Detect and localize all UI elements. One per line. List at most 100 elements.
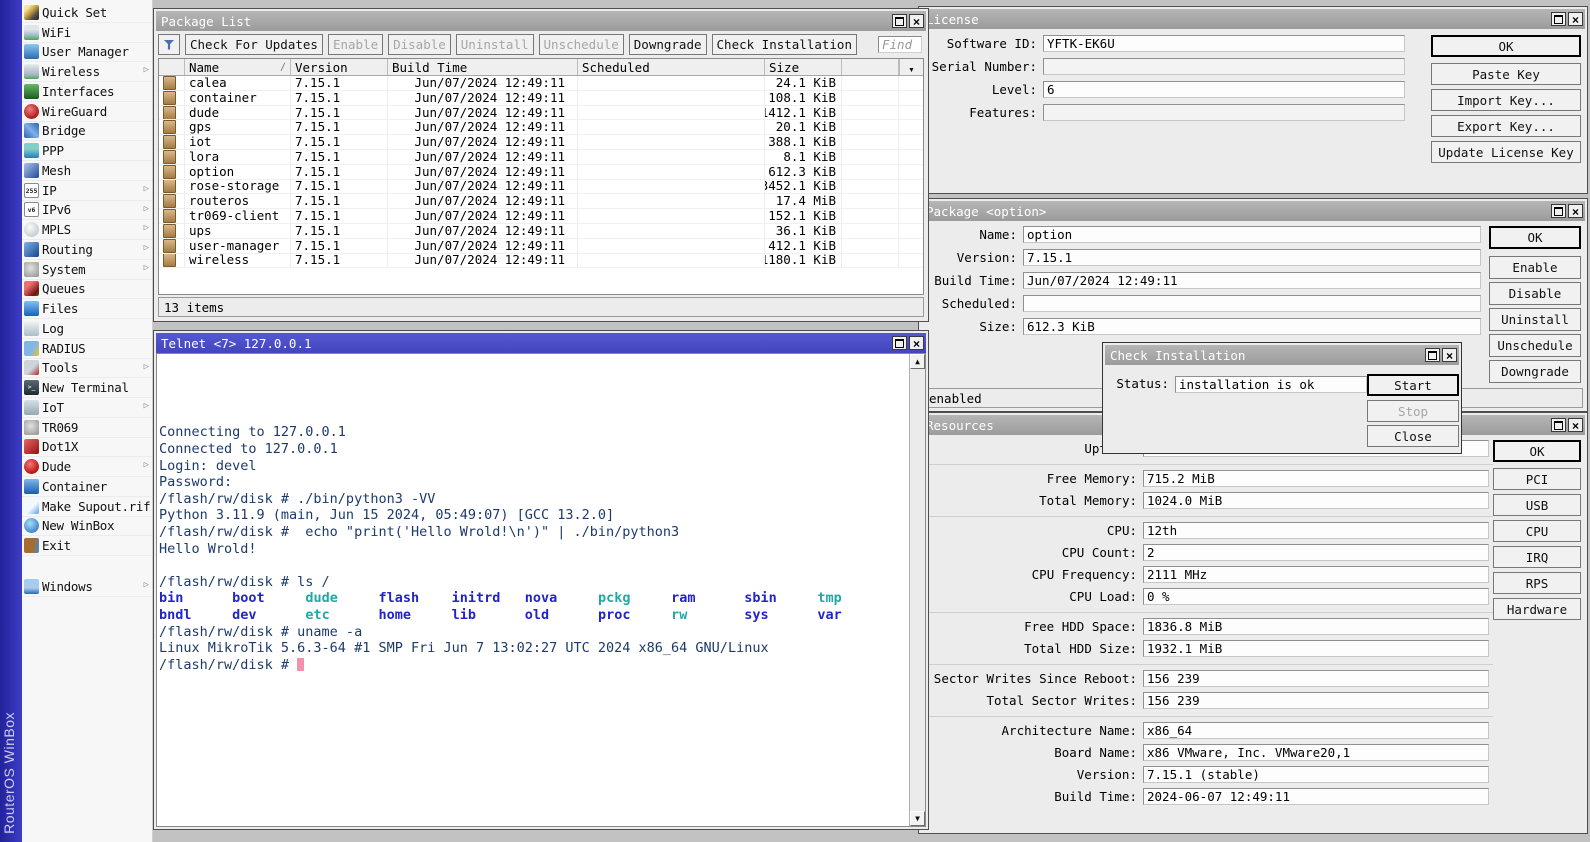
text-field[interactable]: 1836.8 MiB xyxy=(1143,618,1489,635)
pci-button[interactable]: PCI xyxy=(1493,468,1581,490)
sidebar-item-ppp[interactable]: PPP xyxy=(22,141,152,161)
scroll-track[interactable] xyxy=(910,369,925,811)
cpu-button[interactable]: CPU xyxy=(1493,520,1581,542)
header-size[interactable]: Size xyxy=(765,59,842,75)
ok-button[interactable]: OK xyxy=(1493,440,1581,462)
package-option-titlebar[interactable]: Package <option> xyxy=(921,201,1585,221)
telnet-titlebar[interactable]: Telnet <7> 127.0.0.1 xyxy=(156,333,926,353)
sidebar-item-log[interactable]: Log xyxy=(22,319,152,339)
import-key-button[interactable]: Import Key... xyxy=(1431,89,1581,111)
downgrade-button[interactable]: Downgrade xyxy=(629,34,707,55)
sidebar-item-iot[interactable]: IoT xyxy=(22,398,152,418)
package-list-titlebar[interactable]: Package List xyxy=(156,11,926,31)
close-button[interactable] xyxy=(1568,418,1583,432)
stop-button[interactable]: Stop xyxy=(1367,400,1459,422)
sidebar-item-mpls[interactable]: MPLS xyxy=(22,220,152,240)
text-field[interactable]: 2111 MHz xyxy=(1143,566,1489,583)
sidebar-item-system[interactable]: System xyxy=(22,260,152,280)
export-key-button[interactable]: Export Key... xyxy=(1431,115,1581,137)
maximize-button[interactable] xyxy=(892,336,907,350)
table-row[interactable]: tr069-client 7.15.1 Jun/07/2024 12:49:11… xyxy=(159,209,923,224)
scrollbar[interactable]: ▲ ▼ xyxy=(909,354,925,826)
sidebar-item-ip[interactable]: 255 IP xyxy=(22,181,152,201)
table-row[interactable]: iot 7.15.1 Jun/07/2024 12:49:11 388.1 Ki… xyxy=(159,135,923,150)
sidebar-item-files[interactable]: Files xyxy=(22,299,152,319)
maximize-button[interactable] xyxy=(892,14,907,28)
sidebar-item-interfaces[interactable]: Interfaces xyxy=(22,82,152,102)
column-select-button[interactable] xyxy=(899,59,923,75)
paste-key-button[interactable]: Paste Key xyxy=(1431,63,1581,85)
maximize-button[interactable] xyxy=(1425,348,1440,362)
text-field[interactable]: 612.3 KiB xyxy=(1023,318,1481,335)
text-field[interactable]: 156 239 xyxy=(1143,692,1489,709)
filter-button[interactable] xyxy=(158,34,180,55)
text-field[interactable]: 1932.1 MiB xyxy=(1143,640,1489,657)
text-field[interactable]: 7.15.1 (stable) xyxy=(1143,766,1489,783)
text-field[interactable]: 7.15.1 xyxy=(1023,249,1481,266)
table-row[interactable]: wireless 7.15.1 Jun/07/2024 12:49:11 118… xyxy=(159,254,923,269)
scroll-up-icon[interactable]: ▲ xyxy=(910,354,925,369)
close-button[interactable] xyxy=(909,336,924,350)
text-field[interactable]: 1024.0 MiB xyxy=(1143,492,1489,509)
header-icon-column[interactable] xyxy=(159,59,185,75)
sidebar-item-routing[interactable]: Routing xyxy=(22,240,152,260)
uninstall-button[interactable]: Uninstall xyxy=(456,34,534,55)
close-button[interactable] xyxy=(1568,12,1583,26)
close-button[interactable] xyxy=(1568,204,1583,218)
hardware-button[interactable]: Hardware xyxy=(1493,598,1581,620)
ok-button[interactable]: OK xyxy=(1431,35,1581,57)
disable-button[interactable]: Disable xyxy=(1489,282,1581,305)
sidebar-item-mesh[interactable]: Mesh xyxy=(22,161,152,181)
table-row[interactable]: option 7.15.1 Jun/07/2024 12:49:11 612.3… xyxy=(159,165,923,180)
rps-button[interactable]: RPS xyxy=(1493,572,1581,594)
text-field[interactable]: x86 VMware, Inc. VMware20,1 xyxy=(1143,744,1489,761)
header-scheduled[interactable]: Scheduled xyxy=(578,59,765,75)
sidebar-item-wireless[interactable]: Wireless xyxy=(22,62,152,82)
unschedule-button[interactable]: Unschedule xyxy=(1489,334,1581,357)
license-titlebar[interactable]: License xyxy=(921,9,1585,29)
sidebar-item-tools[interactable]: Tools xyxy=(22,359,152,379)
sidebar-item-new-winbox[interactable]: New WinBox xyxy=(22,517,152,537)
sidebar-item-dot1x[interactable]: Dot1X xyxy=(22,438,152,458)
maximize-button[interactable] xyxy=(1551,418,1566,432)
sidebar-item-radius[interactable]: RADIUS xyxy=(22,339,152,359)
sidebar-item-user-manager[interactable]: User Manager xyxy=(22,43,152,63)
text-field[interactable] xyxy=(1023,295,1481,312)
enable-button[interactable]: Enable xyxy=(1489,256,1581,279)
uninstall-button[interactable]: Uninstall xyxy=(1489,308,1581,331)
text-field[interactable]: 6 xyxy=(1043,81,1405,98)
sidebar-item-quick-set[interactable]: Quick Set xyxy=(22,3,152,23)
maximize-button[interactable] xyxy=(1551,12,1566,26)
table-row[interactable]: user-manager 7.15.1 Jun/07/2024 12:49:11… xyxy=(159,239,923,254)
text-field[interactable]: 0 % xyxy=(1143,588,1489,605)
disable-button[interactable]: Disable xyxy=(388,34,451,55)
text-field[interactable]: 715.2 MiB xyxy=(1143,470,1489,487)
text-field[interactable]: 12th xyxy=(1143,522,1489,539)
sidebar-item-wireguard[interactable]: WireGuard xyxy=(22,102,152,122)
sidebar-item-windows[interactable]: Windows xyxy=(22,577,152,597)
sidebar-item-ipv6[interactable]: v6 IPv6 xyxy=(22,201,152,221)
check-installation-titlebar[interactable]: Check Installation xyxy=(1105,345,1459,365)
check-installation-button[interactable]: Check Installation xyxy=(712,34,857,55)
text-field[interactable]: option xyxy=(1023,226,1481,243)
sidebar-item-wifi[interactable]: WiFi xyxy=(22,23,152,43)
header-build-time[interactable]: Build Time xyxy=(388,59,578,75)
text-field[interactable]: Jun/07/2024 12:49:11 xyxy=(1023,272,1481,289)
maximize-button[interactable] xyxy=(1551,204,1566,218)
header-version[interactable]: Version xyxy=(291,59,388,75)
sidebar-item-dude[interactable]: Dude xyxy=(22,457,152,477)
header-name[interactable]: Name xyxy=(185,59,291,75)
close-button[interactable] xyxy=(909,14,924,28)
table-row[interactable]: gps 7.15.1 Jun/07/2024 12:49:11 20.1 KiB xyxy=(159,120,923,135)
update-license-key-button[interactable]: Update License Key xyxy=(1431,141,1581,163)
table-row[interactable]: calea 7.15.1 Jun/07/2024 12:49:11 24.1 K… xyxy=(159,76,923,91)
terminal-output[interactable]: Connecting to 127.0.0.1Connected to 127.… xyxy=(157,354,909,826)
table-row[interactable]: container 7.15.1 Jun/07/2024 12:49:11 10… xyxy=(159,91,923,106)
text-field[interactable]: 2 xyxy=(1143,544,1489,561)
table-row[interactable]: rose-storage 7.15.1 Jun/07/2024 12:49:11… xyxy=(159,180,923,195)
usb-button[interactable]: USB xyxy=(1493,494,1581,516)
start-button[interactable]: Start xyxy=(1367,374,1459,396)
downgrade-button[interactable]: Downgrade xyxy=(1489,360,1581,383)
text-field[interactable] xyxy=(1043,104,1405,121)
sidebar-item-queues[interactable]: Queues xyxy=(22,280,152,300)
